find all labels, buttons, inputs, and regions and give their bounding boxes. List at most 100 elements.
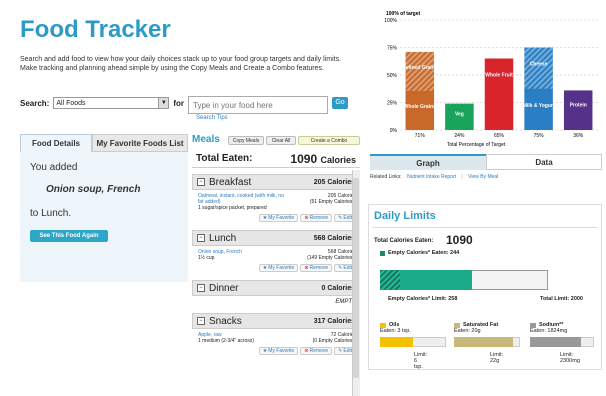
total-calories-label: Total Calories Eaten: xyxy=(374,238,434,244)
meal-item: Oatmeal, instant, cooked (with milk, no … xyxy=(192,190,360,212)
clear-all-button[interactable]: Clear All xyxy=(266,136,296,145)
bar-segment-label: Cheese xyxy=(530,62,548,68)
chart-bar-hatch xyxy=(405,51,435,91)
sodium-limit: Sodium** Eaten: 1824mg Limit: 2300mg xyxy=(530,322,594,364)
bar-segment-label: Protein xyxy=(570,102,587,108)
tab-graph[interactable]: Graph xyxy=(370,154,486,170)
empty-calories-limit: Empty Calories* Limit: 258 xyxy=(388,296,458,302)
expand-icon[interactable]: − xyxy=(197,284,205,292)
meal-header-snacks[interactable]: − Snacks 317 Calories xyxy=(192,313,360,329)
tab-favorite-foods[interactable]: My Favorite Foods List xyxy=(92,134,188,152)
go-button[interactable]: Go xyxy=(332,97,349,109)
meal-item-empty-calories: (0 Empty Calories*) xyxy=(312,338,356,344)
meal-item-name[interactable]: Oatmeal, instant, cooked (with milk, no … xyxy=(198,193,288,205)
expand-icon[interactable]: − xyxy=(197,234,205,242)
meal-calories: 568 Calories xyxy=(313,234,355,242)
search-tips-link[interactable]: Search Tips xyxy=(196,115,228,121)
tab-data[interactable]: Data xyxy=(486,154,602,170)
chevron-down-icon[interactable]: ▼ xyxy=(158,98,169,108)
total-eaten-label: Total Eaten: xyxy=(196,153,253,164)
remove-icon: ⊗ xyxy=(304,265,309,271)
meal-header-breakfast[interactable]: − Breakfast 205 Calories xyxy=(192,174,360,190)
my-favorite-button[interactable]: ★My Favorite xyxy=(258,347,299,355)
meal-header-lunch[interactable]: − Lunch 568 Calories xyxy=(192,230,360,246)
food-category-value: All Foods xyxy=(56,99,86,107)
link-separator: | xyxy=(461,174,463,180)
copy-meals-button[interactable]: Copy Meals xyxy=(228,136,264,145)
meals-scrollbar-thumb[interactable] xyxy=(353,178,359,378)
saturated-fat-eaten: Eaten: 20g xyxy=(454,328,481,334)
meal-name: Lunch xyxy=(209,232,237,244)
sodium-limit-text: Limit: 2300mg xyxy=(560,352,580,364)
chart-y-title: 100% of target xyxy=(386,11,421,17)
edit-label: Edit xyxy=(343,265,352,271)
remove-button[interactable]: ⊗Remove xyxy=(300,214,333,222)
remove-label: Remove xyxy=(309,348,329,354)
edit-icon: ✎ xyxy=(338,348,343,354)
empty-meal-text: EMPTY xyxy=(335,299,356,305)
my-favorite-button[interactable]: ★My Favorite xyxy=(258,214,299,222)
remove-icon: ⊗ xyxy=(304,215,309,221)
meals-list: − Breakfast 205 Calories Oatmeal, instant… xyxy=(192,170,360,396)
legend-swatch xyxy=(380,250,385,256)
x-tick-label: 65% xyxy=(494,133,505,139)
meal-calories: 205 Calories xyxy=(313,178,355,186)
y-tick-label: 50% xyxy=(387,73,398,79)
oils-limit: Oils Eaten: 3 tsp. Limit: 6 tsp. xyxy=(380,322,446,370)
sodium-swatch xyxy=(530,322,536,328)
see-food-again-button[interactable]: See This Food Again xyxy=(30,230,108,242)
meal-section-lunch: − Lunch 568 Calories Onion soup, French 1… xyxy=(192,230,360,276)
chart-bar[interactable] xyxy=(484,58,514,131)
meal-section-breakfast: − Breakfast 205 Calories Oatmeal, instant… xyxy=(192,174,360,226)
total-eaten-number: 1090 xyxy=(290,151,318,166)
oils-bar-fill xyxy=(380,337,413,347)
tab-food-details[interactable]: Food Details xyxy=(20,134,92,152)
meal-item-actions: ★My Favorite ⊗Remove ✎Edit xyxy=(192,262,360,276)
oils-eaten: Eaten: 3 tsp. xyxy=(380,328,411,334)
for-label: for xyxy=(173,98,185,108)
total-limit: Total Limit: 2000 xyxy=(540,296,583,302)
sodium-bar-fill xyxy=(530,337,581,347)
y-tick-label: 25% xyxy=(387,101,398,107)
meal-calories: 317 Calories xyxy=(313,317,355,325)
total-calories-value: 1090 xyxy=(446,233,473,247)
my-favorite-button[interactable]: ★My Favorite xyxy=(258,264,299,272)
total-eaten-row: Total Eaten: 1090 Calories xyxy=(192,150,360,168)
bar-segment-label: Whole Grains xyxy=(404,104,436,110)
related-links: Related Links: Nutrient Intake Report | … xyxy=(370,174,498,180)
view-by-meal-link[interactable]: View By Meal xyxy=(468,174,498,180)
saturated-fat-limit-text: Limit: 22g xyxy=(490,352,504,364)
meal-item-empty-calories: (149 Empty Calories*) xyxy=(307,255,356,261)
food-search-input[interactable] xyxy=(188,96,329,114)
food-category-select[interactable]: All Foods ▼ xyxy=(53,97,170,109)
meal-item-actions: ★My Favorite ⊗Remove ✎Edit xyxy=(192,212,360,226)
oils-swatch xyxy=(380,322,386,328)
x-tick-label: 71% xyxy=(415,133,426,139)
meal-header-dinner[interactable]: − Dinner 0 Calories xyxy=(192,280,360,296)
total-eaten-unit: Calories xyxy=(320,154,356,165)
remove-button[interactable]: ⊗Remove xyxy=(300,347,333,355)
bar-segment-label: Refined Grains xyxy=(402,65,438,71)
expand-icon[interactable]: − xyxy=(197,317,205,325)
meal-name: Dinner xyxy=(209,282,239,294)
divider xyxy=(372,227,598,228)
remove-button[interactable]: ⊗Remove xyxy=(300,264,333,272)
bar-segment-label: Milk & Yogurt xyxy=(523,103,555,109)
star-icon: ★ xyxy=(262,265,268,271)
star-icon: ★ xyxy=(262,215,268,221)
chart-bar[interactable] xyxy=(563,90,593,130)
food-group-chart: 100% of target 0% 25% 50% 75% 100% Refined G… xyxy=(384,11,598,148)
create-combo-button[interactable]: Create a Combo xyxy=(298,136,360,145)
saturated-fat-limit: Saturated Fat Eaten: 20g Limit: 22g xyxy=(454,322,520,364)
expand-icon[interactable]: − xyxy=(197,178,205,186)
daily-limits-title: Daily Limits xyxy=(374,210,436,222)
empty-calories-eaten: Empty Calories* Eaten: 244 xyxy=(380,250,459,256)
y-tick-label: 0% xyxy=(390,128,398,134)
empty-calories-eaten-text: Empty Calories* Eaten: 244 xyxy=(388,250,460,256)
search-label: Search: xyxy=(20,98,50,108)
my-favorite-label: My Favorite xyxy=(268,265,295,271)
nutrient-intake-report-link[interactable]: Nutrient Intake Report xyxy=(407,174,456,180)
saturated-fat-bar-fill xyxy=(454,337,514,347)
meal-section-snacks: − Snacks 317 Calories Apple, raw 1 medium… xyxy=(192,313,360,359)
meal-section-dinner: − Dinner 0 Calories EMPTY xyxy=(192,280,360,311)
